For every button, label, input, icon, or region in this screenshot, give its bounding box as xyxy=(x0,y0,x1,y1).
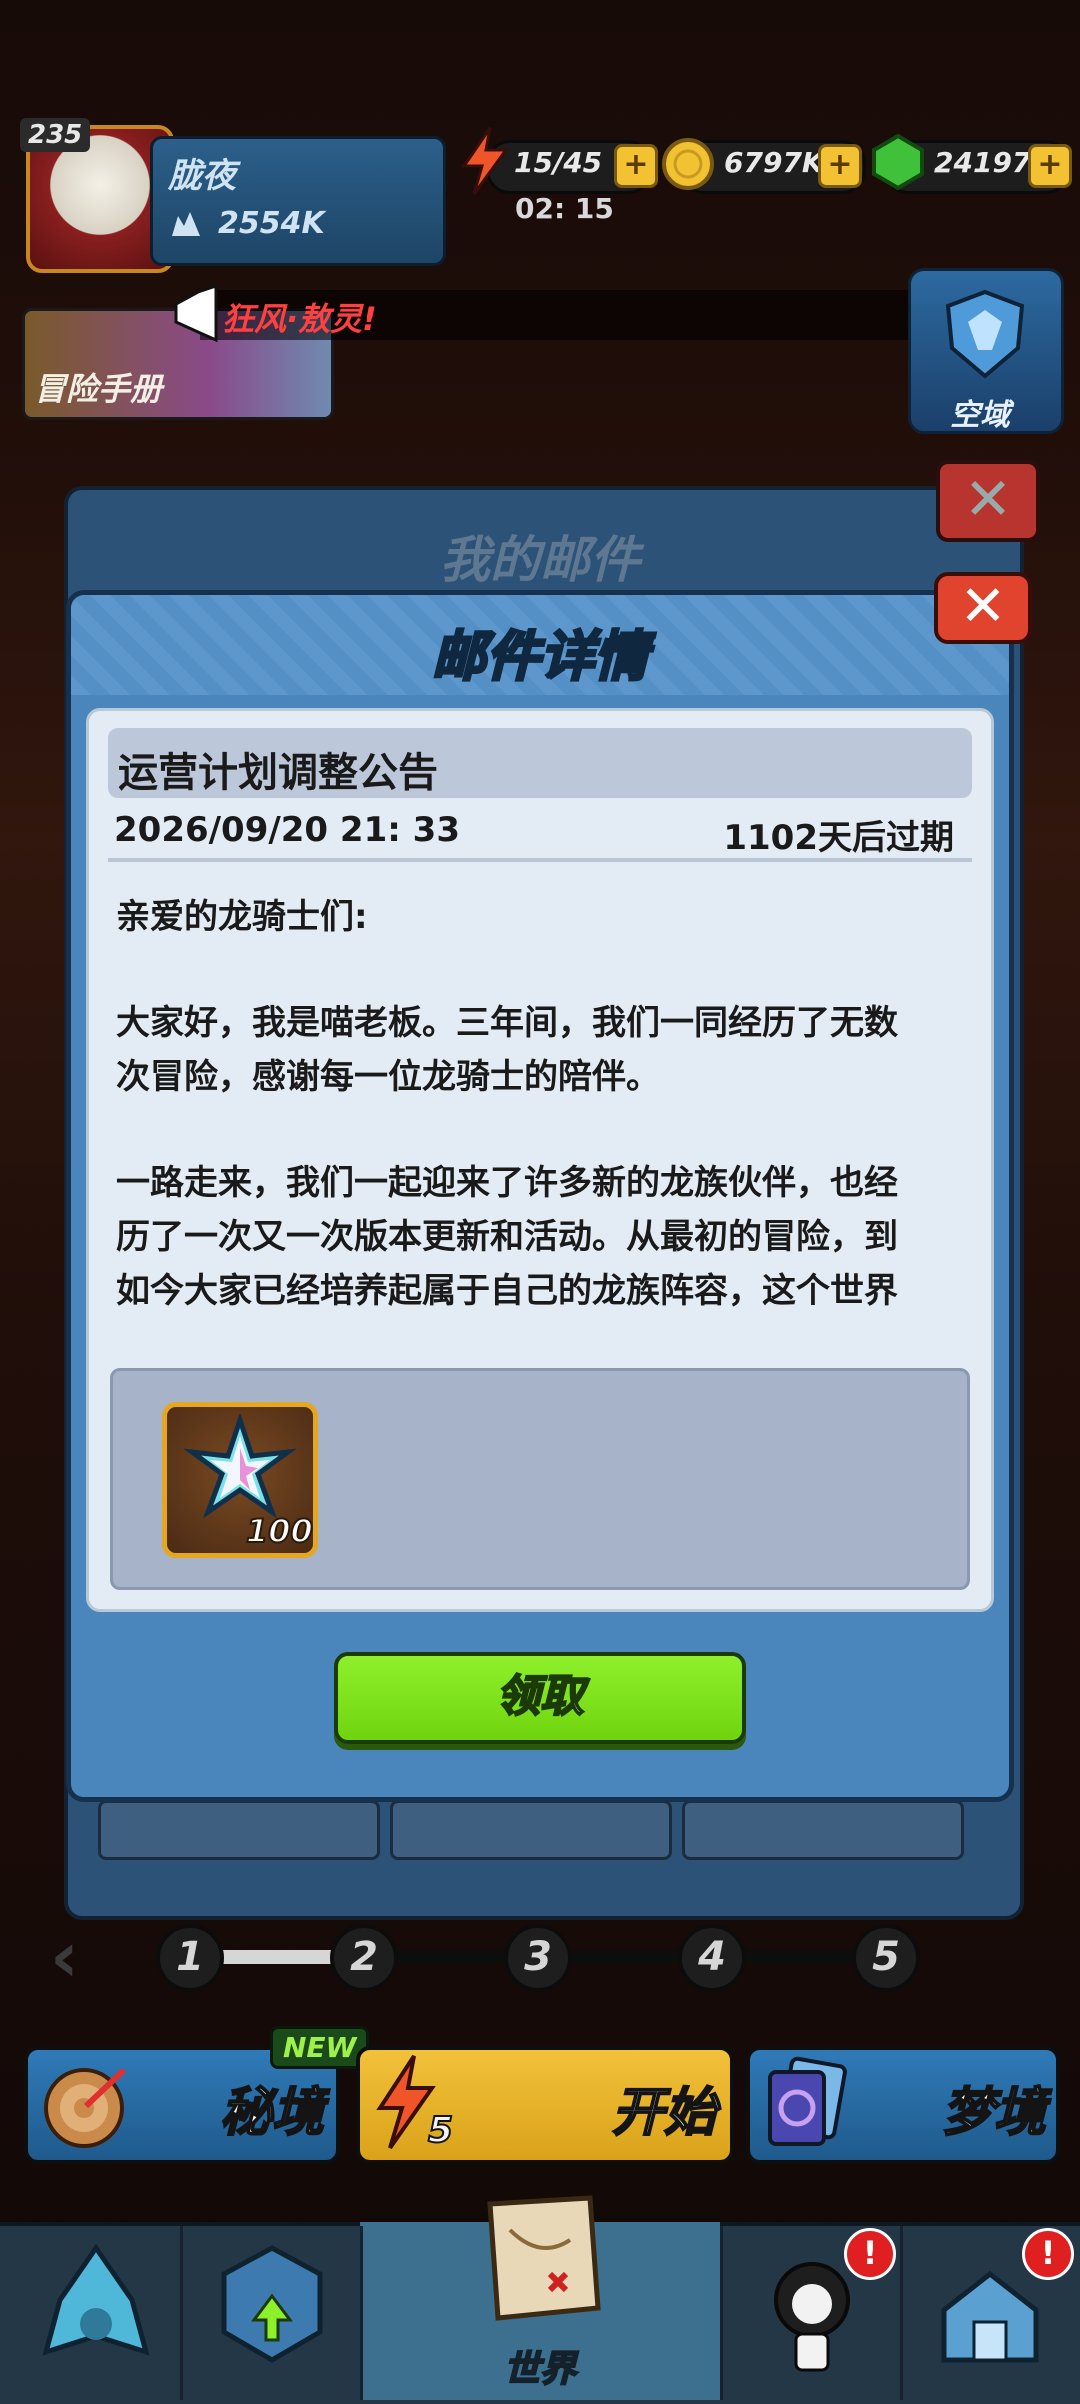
reward-count: 100 xyxy=(245,1511,314,1551)
notice-text: 狂风·敖灵! xyxy=(222,300,377,338)
my-mail-tab-2[interactable] xyxy=(390,1800,672,1860)
portal-cards-icon xyxy=(768,2056,847,2146)
my-mail-tab-3[interactable] xyxy=(682,1800,964,1860)
mail-body-fade xyxy=(110,1310,970,1328)
mail-body[interactable]: 亲爱的龙骑士们: 大家好，我是喵老板。三年间，我们一同经历了无数 次冒险，感谢每… xyxy=(116,890,968,1318)
mail-subject: 运营计划调整公告 xyxy=(118,750,438,796)
page-dot-3[interactable]: 3 xyxy=(504,1924,572,1992)
nav-world-label: 世界 xyxy=(503,2348,577,2391)
page-dot-2[interactable]: 2 xyxy=(330,1924,398,1992)
page-dot-1[interactable]: 1 xyxy=(156,1924,224,1992)
gold-plus-button[interactable]: + xyxy=(818,144,862,188)
power-icon xyxy=(172,212,200,236)
dice-upgrade-icon xyxy=(221,2245,323,2363)
character-alert-badge: ! xyxy=(844,2228,896,2280)
mail-paragraph-line: 大家好，我是喵老板。三年间，我们一同经历了无数 xyxy=(116,1003,898,1043)
energy-plus-button[interactable]: + xyxy=(614,144,658,188)
secret-realm-label: 秘境 xyxy=(219,2082,325,2144)
mail-date: 2026/09/20 21: 33 xyxy=(114,810,460,850)
start-energy-cost: 5 xyxy=(427,2109,454,2152)
page-dot-5[interactable]: 5 xyxy=(852,1924,920,1992)
mail-paragraph-line: 一路走来，我们一起迎来了许多新的龙族伙伴，也经 xyxy=(116,1163,898,1203)
mail-greeting: 亲爱的龙骑士们: xyxy=(116,897,368,937)
gem-plus-button[interactable]: + xyxy=(1028,144,1072,188)
airspace-label: 空域 xyxy=(950,398,1010,433)
energy-value: 15/45 xyxy=(514,146,603,179)
mail-expiry: 1102天后过期 xyxy=(723,818,954,858)
megaphone-icon xyxy=(174,283,218,343)
adventure-manual-label: 冒险手册 xyxy=(34,370,163,408)
new-badge: NEW xyxy=(270,2026,370,2069)
start-label: 开始 xyxy=(611,2082,717,2144)
mail-divider xyxy=(108,858,972,862)
mail-paragraph-line: 历了一次又一次版本更新和活动。从最初的冒险，到 xyxy=(116,1217,898,1257)
building-alert-badge: ! xyxy=(1022,2228,1074,2280)
my-mail-tabs xyxy=(98,1800,964,1860)
lightning-icon xyxy=(461,127,509,195)
shield-emblem-icon xyxy=(945,289,1025,379)
my-mail-tab-1[interactable] xyxy=(98,1800,380,1860)
my-mail-title: 我的邮件 xyxy=(440,531,640,589)
page-dot-4[interactable]: 4 xyxy=(678,1924,746,1992)
claim-button[interactable]: 领取 xyxy=(334,1652,746,1744)
green-gem-icon xyxy=(872,133,924,191)
gold-coin-icon xyxy=(662,138,714,190)
player-level: 235 xyxy=(20,118,91,152)
page-prev-arrow[interactable]: ‹ xyxy=(50,1916,79,1998)
player-name: 胧夜 xyxy=(168,156,236,196)
dreamland-label: 梦境 xyxy=(941,2082,1047,2144)
mail-detail-title: 邮件详情 xyxy=(431,624,650,690)
mail-paragraph-line: 次冒险，感谢每一位龙骑士的陪伴。 xyxy=(116,1057,660,1097)
mail-detail-close-button[interactable]: ✕ xyxy=(934,572,1032,644)
energy-timer: 02: 15 xyxy=(515,192,614,225)
my-mail-close-button[interactable]: ✕ xyxy=(936,460,1040,542)
gold-value: 6797K xyxy=(724,146,824,179)
target-dart-icon xyxy=(44,2067,127,2148)
crystal-star-icon xyxy=(184,1414,296,1519)
world-map-icon xyxy=(487,2195,601,2321)
gem-value: 24197 xyxy=(934,146,1032,179)
player-power: 2554K xyxy=(218,206,325,241)
dragon-icon xyxy=(42,2243,150,2356)
